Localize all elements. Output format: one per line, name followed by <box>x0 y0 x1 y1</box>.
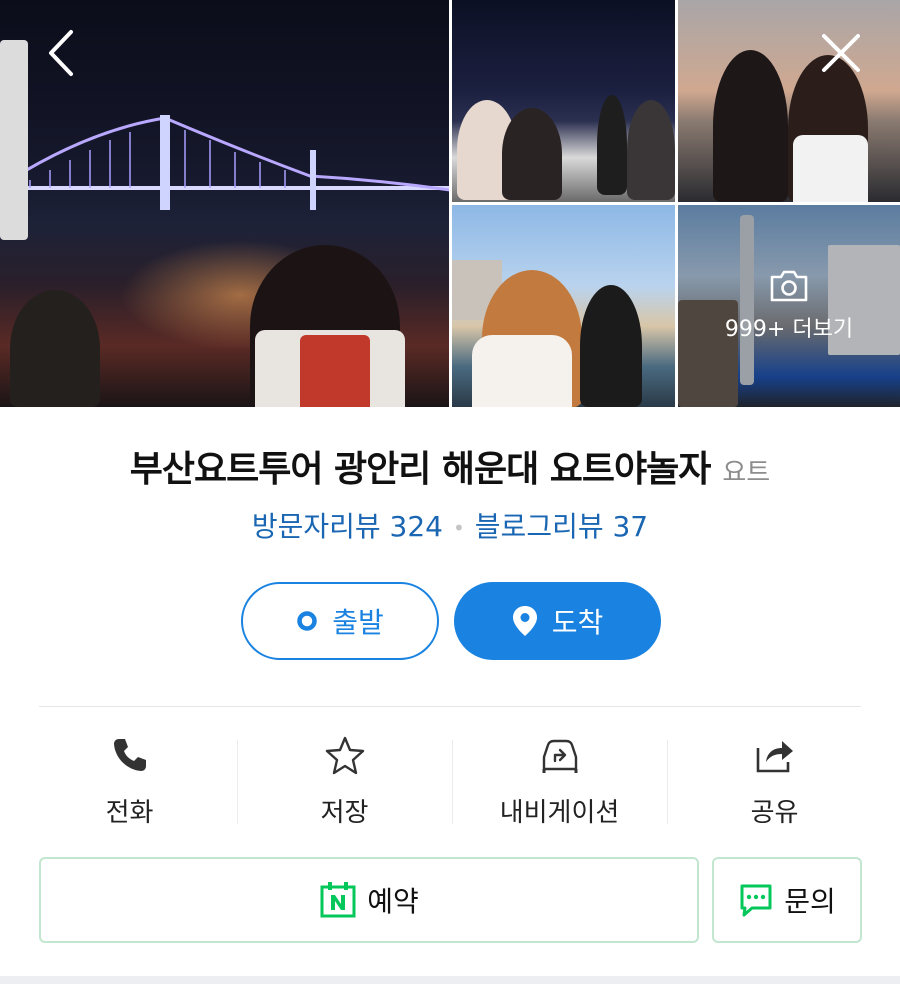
start-circle-icon <box>296 610 318 632</box>
title-row: 부산요트투어 광안리 해운대 요트야놀자 요트 <box>0 440 900 492</box>
blog-reviews-link[interactable]: 블로그리뷰 37 <box>475 510 648 543</box>
close-button[interactable] <box>816 28 866 78</box>
chevron-left-icon <box>49 30 73 76</box>
call-label: 전화 <box>105 798 154 828</box>
photo-thumbnail[interactable] <box>678 0 900 202</box>
review-separator: • <box>453 516 465 540</box>
call-button[interactable]: 전화 <box>22 732 237 832</box>
more-photos-button[interactable]: 999+ 더보기 <box>678 205 900 407</box>
place-name: 부산요트투어 광안리 해운대 요트야놀자 <box>129 449 712 490</box>
more-photos-label: 999+ 더보기 <box>724 317 854 342</box>
start-label: 출발 <box>332 606 384 639</box>
save-label: 저장 <box>320 798 369 828</box>
star-icon <box>324 732 366 778</box>
inquiry-label: 문의 <box>784 885 836 918</box>
visitor-reviews-link[interactable]: 방문자리뷰 324 <box>252 510 443 543</box>
map-pin-icon <box>512 605 538 637</box>
phone-icon <box>111 732 149 778</box>
close-icon <box>822 34 860 72</box>
reserve-label: 예약 <box>367 885 419 918</box>
reserve-button[interactable]: 예약 <box>39 857 699 943</box>
back-button[interactable] <box>36 28 86 78</box>
photo-thumbnail[interactable] <box>452 0 675 202</box>
chat-bubble-icon <box>738 882 774 918</box>
start-point-button[interactable]: 출발 <box>241 582 439 660</box>
naver-booking-icon <box>319 881 357 919</box>
arrive-label: 도착 <box>551 606 604 639</box>
bottom-strip <box>0 976 900 984</box>
photo-gallery: 999+ 더보기 <box>0 0 900 407</box>
save-button[interactable]: 저장 <box>237 732 452 832</box>
navigation-label: 내비게이션 <box>499 798 620 828</box>
share-label: 공유 <box>750 798 799 828</box>
photo-thumbnail[interactable] <box>452 205 675 407</box>
camera-icon <box>770 270 808 302</box>
share-button[interactable]: 공유 <box>667 732 882 832</box>
bridge-illustration <box>10 115 449 210</box>
place-category: 요트 <box>722 458 771 488</box>
share-icon <box>754 732 796 778</box>
inquiry-button[interactable]: 문의 <box>712 857 862 943</box>
navigation-button[interactable]: 내비게이션 <box>452 732 667 832</box>
section-divider <box>39 706 861 707</box>
car-navigation-icon <box>538 732 582 778</box>
action-row: 전화 저장 내비게이션 공유 <box>22 732 882 832</box>
destination-button[interactable]: 도착 <box>454 582 661 660</box>
review-counts: 방문자리뷰 324 • 블로그리뷰 37 <box>0 505 900 545</box>
